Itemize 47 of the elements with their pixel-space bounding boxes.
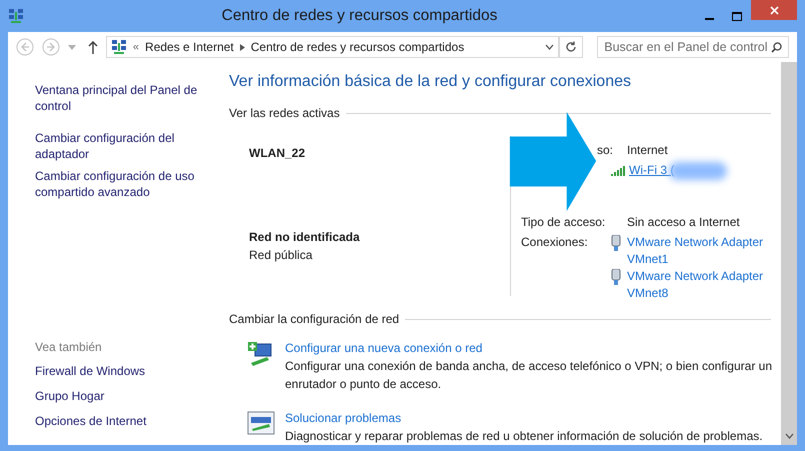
refresh-button[interactable] xyxy=(559,36,584,58)
window-title: Centro de redes y recursos compartidos xyxy=(220,6,498,26)
close-button[interactable] xyxy=(751,0,797,20)
scroll-down-icon[interactable] xyxy=(785,433,794,439)
breadcrumb[interactable]: Centro de redes y recursos compartidos xyxy=(250,38,464,56)
task-description: Diagnosticar y reparar problemas de red u obtener información de solución de problemas. xyxy=(285,428,763,445)
troubleshoot-icon xyxy=(247,411,275,435)
detail-label: so: xyxy=(596,142,613,159)
network-adapter-icon xyxy=(611,269,621,285)
breadcrumb[interactable]: Redes e Internet xyxy=(145,38,234,56)
task-link[interactable]: Configurar una nueva conexión o red xyxy=(285,339,482,357)
detail-label: Tipo de acceso: xyxy=(521,214,606,231)
section-heading: Cambiar la configuración de red xyxy=(229,311,400,328)
signal-icon xyxy=(611,166,625,176)
dropdown-icon[interactable] xyxy=(545,44,554,50)
address-bar[interactable]: « Redes e Internet Centro de redes y recursos compartidos xyxy=(106,36,560,58)
network-name: WLAN_22 xyxy=(249,145,306,162)
search-icon xyxy=(770,42,782,52)
sidebar-link[interactable]: Cambiar configuración del adaptador xyxy=(35,130,221,162)
detail-value: Sin acceso a Internet xyxy=(627,214,740,231)
network-icon xyxy=(8,8,24,24)
sidebar-link[interactable]: Cambiar configuración de uso compartido avanzado xyxy=(35,168,221,200)
see-also-link[interactable]: Opciones de Internet xyxy=(35,412,221,430)
page-heading: Ver información básica de la red y configurar conexiones xyxy=(229,72,632,92)
task-description: Configurar una conexión de banda ancha, de acceso telefónico o VPN; o bien configurar un enrutador o punto de acceso. xyxy=(285,358,773,393)
network-name: Red no identificada xyxy=(249,229,361,246)
search-field[interactable]: Buscar en el Panel de control xyxy=(597,36,789,58)
scrollbar[interactable] xyxy=(781,62,797,445)
refresh-icon xyxy=(565,41,578,53)
chevron-icon xyxy=(240,44,245,50)
task-link[interactable]: Solucionar problemas xyxy=(285,409,402,427)
connection-link[interactable]: VMware Network Adapter VMnet1 xyxy=(627,234,779,268)
connection-link[interactable]: VMware Network Adapter VMnet8 xyxy=(627,268,779,302)
connection-link[interactable]: Wi-Fi 3 ( xyxy=(629,162,781,179)
see-also-heading: Vea también xyxy=(35,339,103,356)
overflow-chevron[interactable]: « xyxy=(132,38,140,56)
network-adapter-icon xyxy=(611,235,621,251)
close-icon xyxy=(770,6,778,14)
see-also-link[interactable]: Firewall de Windows xyxy=(35,362,221,380)
section-heading: Ver las redes activas xyxy=(229,105,340,122)
see-also-link[interactable]: Grupo Hogar xyxy=(35,387,221,405)
sidebar-link[interactable]: Ventana principal del Panel de control xyxy=(35,82,221,114)
up-icon[interactable] xyxy=(88,40,98,54)
network-icon xyxy=(110,39,127,55)
network-type: Red pública xyxy=(249,247,314,264)
detail-label: Conexiones: xyxy=(521,234,588,251)
detail-value: Internet xyxy=(627,142,668,159)
